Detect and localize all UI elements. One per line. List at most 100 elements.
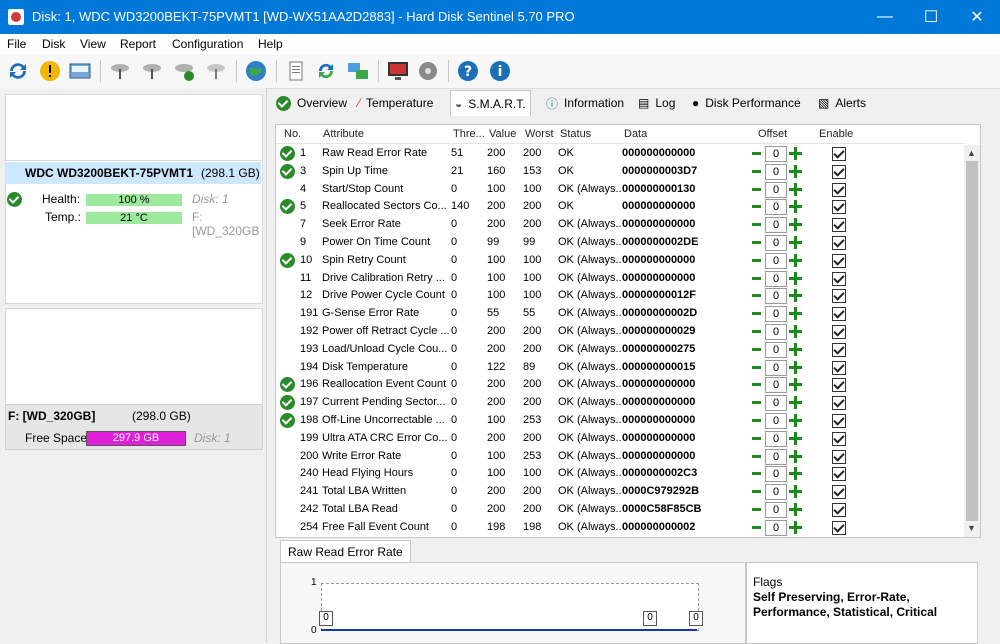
table-row[interactable]: 200 Write Error Rate 0 100 253 OK (Always... 0…	[276, 448, 964, 466]
offset-value[interactable]: 0	[765, 270, 787, 287]
offset-value[interactable]: 0	[765, 199, 787, 216]
disk-check-icon[interactable]	[170, 58, 198, 84]
offset-value[interactable]: 0	[765, 430, 787, 447]
document-icon[interactable]	[282, 58, 310, 84]
offset-minus-icon[interactable]	[752, 330, 761, 333]
offset-plus-icon[interactable]	[789, 342, 802, 356]
offset-plus-icon[interactable]	[789, 164, 802, 178]
offset-plus-icon[interactable]	[789, 520, 802, 534]
refresh-icon[interactable]	[4, 58, 32, 84]
table-row[interactable]: 12 Drive Power Cycle Count 0 100 100 OK (Alwa…	[276, 287, 964, 305]
table-row[interactable]: 5 Reallocated Sectors Co... 140 200 200 OK 000…	[276, 198, 964, 216]
menu-disk[interactable]: Disk	[42, 37, 65, 51]
offset-minus-icon[interactable]	[752, 312, 761, 316]
offset-minus-icon[interactable]	[752, 152, 761, 155]
offset-stepper[interactable]: 0	[751, 288, 803, 305]
offset-stepper[interactable]: 0	[751, 502, 803, 518]
monitor-icon[interactable]	[384, 58, 412, 84]
table-row[interactable]: 192 Power off Retract Cycle ... 0 200 200 OK …	[276, 323, 964, 341]
menu-view[interactable]: View	[80, 37, 106, 51]
enable-checkbox[interactable]	[832, 182, 846, 197]
tab-smart[interactable]: ◒ S.M.A.R.T.	[450, 90, 531, 116]
col-status[interactable]: Status	[560, 128, 591, 140]
offset-value[interactable]: 0	[765, 163, 787, 180]
col-threshold[interactable]: Thre...	[453, 128, 485, 140]
table-scrollbar[interactable]: ▲ ▼	[964, 145, 980, 537]
offset-value[interactable]: 0	[765, 306, 787, 323]
enable-checkbox[interactable]	[832, 449, 846, 464]
offset-stepper[interactable]: 0	[751, 359, 803, 376]
offset-stepper[interactable]: 0	[751, 252, 803, 269]
offset-plus-icon[interactable]	[789, 236, 802, 249]
table-row[interactable]: 3 Spin Up Time 21 160 153 OK 0000000003D7 0	[276, 163, 964, 181]
offset-minus-icon[interactable]	[752, 490, 761, 494]
table-row[interactable]: 193 Load/Unload Cycle Cou... 0 200 200 OK (Al…	[276, 341, 964, 359]
offset-value[interactable]: 0	[765, 288, 787, 305]
disk-test-2-icon[interactable]	[138, 58, 166, 84]
enable-checkbox[interactable]	[832, 253, 846, 268]
offset-minus-icon[interactable]	[752, 401, 761, 405]
offset-stepper[interactable]: 0	[751, 413, 803, 429]
close-button[interactable]: ✕	[954, 0, 1000, 34]
enable-checkbox[interactable]	[832, 378, 846, 393]
offset-minus-icon[interactable]	[752, 187, 761, 191]
table-row[interactable]: 10 Spin Retry Count 0 100 100 OK (Always... 00…	[276, 252, 964, 270]
table-row[interactable]: 1 Raw Read Error Rate 51 200 200 OK 0000000000…	[276, 145, 964, 163]
globe-icon[interactable]	[242, 58, 270, 84]
offset-stepper[interactable]: 0	[751, 466, 803, 483]
network-icon[interactable]	[344, 58, 372, 84]
tab-overview[interactable]: Overview	[272, 92, 351, 114]
offset-stepper[interactable]: 0	[751, 163, 803, 180]
table-row[interactable]: 241 Total LBA Written 0 200 200 OK (Always...…	[276, 483, 964, 501]
offset-plus-icon[interactable]	[789, 467, 802, 481]
offset-stepper[interactable]: 0	[751, 324, 803, 340]
partition-entry[interactable]: F: [WD_320GB] (298.0 GB) Free Space 297.…	[5, 404, 263, 450]
col-attribute[interactable]: Attribute	[323, 128, 364, 140]
offset-plus-icon[interactable]	[789, 253, 802, 267]
enable-checkbox[interactable]	[832, 325, 846, 339]
table-row[interactable]: 240 Head Flying Hours 0 100 100 OK (Always...…	[276, 465, 964, 483]
table-row[interactable]: 9 Power On Time Count 0 99 99 OK (Always... 00…	[276, 234, 964, 252]
offset-minus-icon[interactable]	[752, 472, 761, 476]
table-row[interactable]: 11 Drive Calibration Retry ... 0 100 100 OK (…	[276, 270, 964, 288]
scroll-down-icon[interactable]: ▼	[967, 523, 976, 533]
enable-checkbox[interactable]	[832, 485, 846, 500]
offset-value[interactable]: 0	[765, 359, 787, 376]
enable-checkbox[interactable]	[832, 307, 846, 322]
offset-plus-icon[interactable]	[789, 485, 802, 499]
table-row[interactable]: 7 Seek Error Rate 0 200 200 OK (Always... 0000…	[276, 216, 964, 234]
offset-plus-icon[interactable]	[789, 378, 802, 392]
offset-stepper[interactable]: 0	[751, 341, 803, 358]
offset-value[interactable]: 0	[765, 502, 787, 518]
offset-plus-icon[interactable]	[789, 182, 802, 196]
offset-value[interactable]: 0	[765, 484, 787, 501]
table-row[interactable]: 242 Total LBA Read 0 200 200 OK (Always... 000…	[276, 501, 964, 519]
col-no[interactable]: No.	[284, 128, 301, 140]
offset-plus-icon[interactable]	[789, 449, 802, 463]
enable-checkbox[interactable]	[832, 147, 846, 161]
tab-alerts[interactable]: ▧ Alerts	[814, 92, 870, 114]
offset-plus-icon[interactable]	[789, 200, 802, 214]
offset-value[interactable]: 0	[765, 448, 787, 465]
offset-value[interactable]: 0	[765, 252, 787, 269]
offset-value[interactable]: 0	[765, 395, 787, 412]
partition-list-box[interactable]	[5, 308, 263, 406]
offset-stepper[interactable]: 0	[751, 377, 803, 394]
offset-plus-icon[interactable]	[789, 218, 802, 232]
offset-minus-icon[interactable]	[752, 508, 761, 511]
offset-minus-icon[interactable]	[752, 436, 761, 440]
menu-report[interactable]: Report	[120, 37, 156, 51]
disk-report-icon[interactable]	[66, 58, 94, 84]
offset-value[interactable]: 0	[765, 466, 787, 483]
offset-value[interactable]: 0	[765, 377, 787, 394]
enable-checkbox[interactable]	[832, 396, 846, 411]
info-icon[interactable]: i	[486, 58, 514, 84]
disk-entry[interactable]: WDC WD3200BEKT-75PVMT1 (298.1 GB)	[5, 162, 261, 184]
table-row[interactable]: 198 Off-Line Uncorrectable ... 0 100 253 OK (…	[276, 412, 964, 430]
enable-checkbox[interactable]	[832, 218, 846, 233]
offset-value[interactable]: 0	[765, 217, 787, 234]
offset-plus-icon[interactable]	[789, 431, 802, 445]
offset-stepper[interactable]: 0	[751, 146, 803, 162]
offset-minus-icon[interactable]	[752, 241, 761, 244]
offset-stepper[interactable]: 0	[751, 217, 803, 234]
